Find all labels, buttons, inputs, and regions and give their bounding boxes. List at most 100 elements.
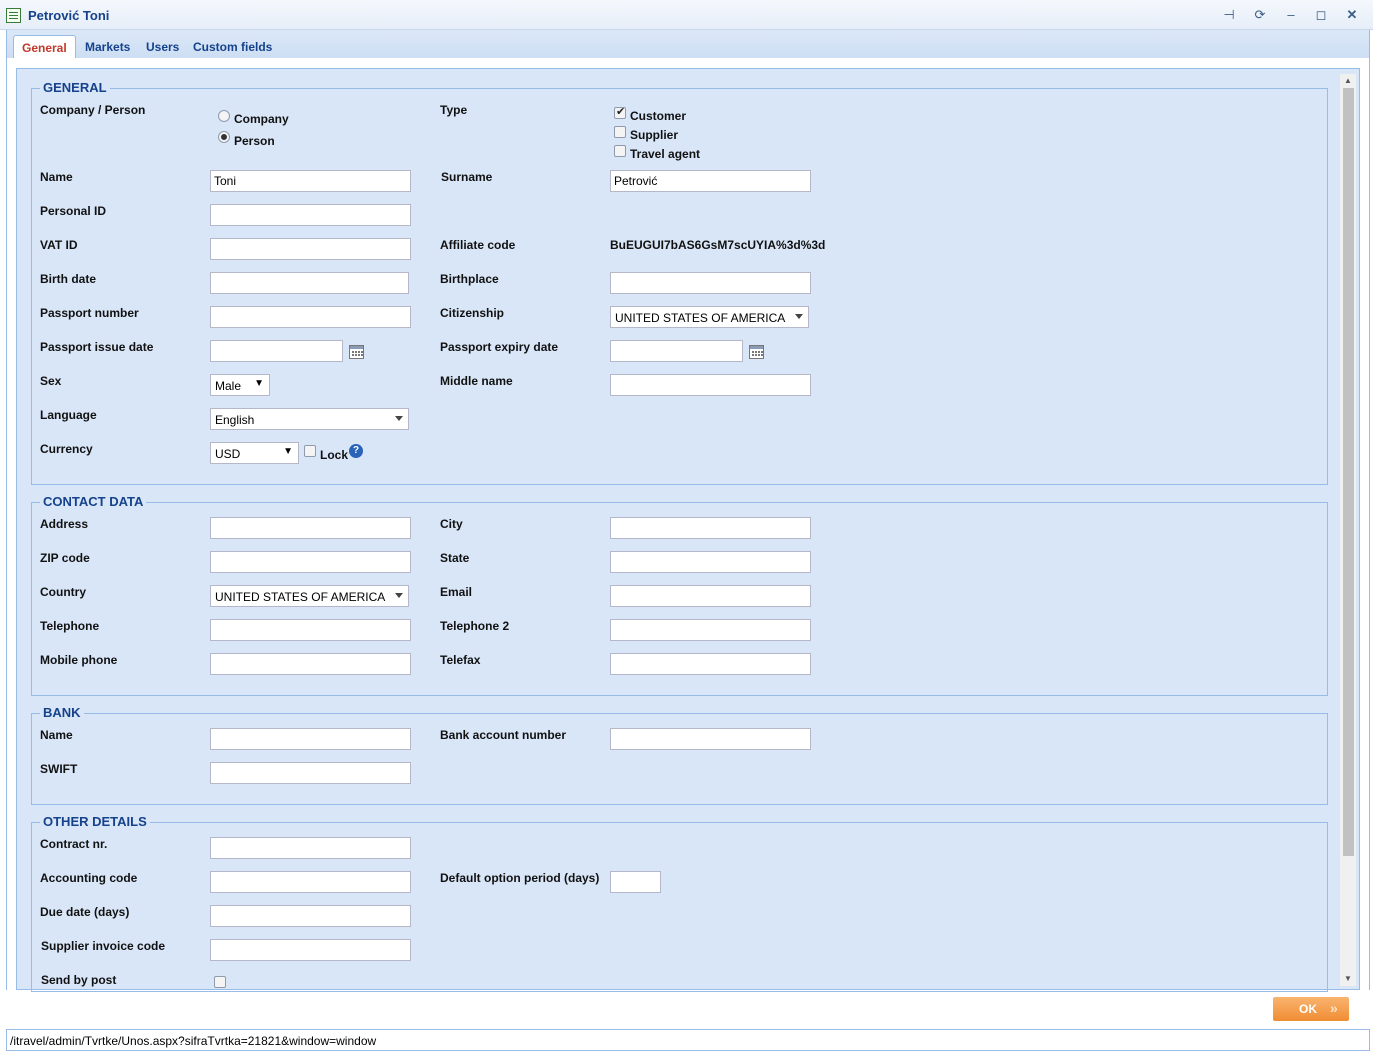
- type-label: Type: [440, 103, 468, 117]
- window-title: Petrović Toni: [28, 8, 110, 23]
- minimize-icon[interactable]: –: [1282, 6, 1300, 24]
- language-label: Language: [40, 408, 97, 422]
- language-select[interactable]: English: [210, 408, 409, 430]
- tab-custom-fields[interactable]: Custom fields: [185, 35, 280, 58]
- close-icon[interactable]: ✕: [1343, 6, 1361, 24]
- scroll-up-icon[interactable]: ▲: [1340, 74, 1356, 88]
- lock-checkbox[interactable]: [304, 445, 316, 457]
- refresh-icon[interactable]: ⟳: [1251, 6, 1269, 24]
- calendar-icon[interactable]: [349, 345, 364, 359]
- state-input[interactable]: [610, 551, 811, 573]
- company-radio[interactable]: [218, 110, 230, 122]
- telefax-input[interactable]: [610, 653, 811, 675]
- tab-users[interactable]: Users: [138, 35, 187, 58]
- general-legend: GENERAL: [40, 80, 110, 95]
- status-url: /itravel/admin/Tvrtke/Unos.aspx?sifraTvr…: [10, 1034, 377, 1048]
- contract-input[interactable]: [210, 837, 411, 859]
- personal-id-label: Personal ID: [40, 204, 107, 218]
- dropdown-arrow-icon: ▼: [254, 378, 264, 389]
- supplier-checkbox[interactable]: [614, 126, 626, 138]
- pin-icon[interactable]: ⊣: [1220, 6, 1238, 24]
- help-icon[interactable]: ?: [349, 444, 363, 458]
- country-value: UNITED STATES OF AMERICA: [215, 590, 386, 604]
- scrollbar-thumb[interactable]: [1343, 88, 1354, 856]
- citizenship-select[interactable]: UNITED STATES OF AMERICA: [610, 306, 809, 328]
- travel-agent-checkbox[interactable]: [614, 145, 626, 157]
- tab-general[interactable]: General: [13, 35, 76, 58]
- passport-expiry-input[interactable]: [610, 340, 743, 362]
- birthplace-input[interactable]: [610, 272, 811, 294]
- chevron-down-icon: [395, 593, 403, 598]
- calendar-icon[interactable]: [749, 345, 764, 359]
- person-radio[interactable]: [218, 131, 230, 143]
- zip-label: ZIP code: [40, 551, 90, 565]
- company-person-label: Company / Person: [40, 103, 146, 117]
- zip-input[interactable]: [210, 551, 411, 573]
- sex-select[interactable]: Male ▼: [210, 374, 270, 396]
- window-titlebar: Petrović Toni ⊣ ⟳ – ◻ ✕: [0, 0, 1373, 30]
- maximize-icon[interactable]: ◻: [1312, 6, 1330, 24]
- ok-button[interactable]: OK »: [1273, 997, 1349, 1021]
- bank-fieldset: BANK: [31, 705, 1328, 805]
- mobile-input[interactable]: [210, 653, 411, 675]
- address-input[interactable]: [210, 517, 411, 539]
- swift-input[interactable]: [210, 762, 411, 784]
- vat-id-input[interactable]: [210, 238, 411, 260]
- currency-value: USD: [215, 447, 241, 461]
- middle-name-input[interactable]: [610, 374, 811, 396]
- passport-issue-input[interactable]: [210, 340, 343, 362]
- bank-account-input[interactable]: [610, 728, 811, 750]
- send-by-post-checkbox[interactable]: [214, 976, 226, 988]
- due-date-input[interactable]: [210, 905, 411, 927]
- bank-name-label: Name: [40, 728, 73, 742]
- country-label: Country: [40, 585, 86, 599]
- supplier-invoice-label: Supplier invoice code: [41, 939, 166, 953]
- supplier-invoice-input[interactable]: [210, 939, 411, 961]
- affiliate-code-value: BuEUGUI7bAS6GsM7scUYIA%3d%3d: [610, 238, 826, 252]
- name-input[interactable]: [210, 170, 411, 192]
- middle-name-label: Middle name: [440, 374, 513, 388]
- mobile-label: Mobile phone: [40, 653, 118, 667]
- supplier-label: Supplier: [630, 128, 679, 142]
- language-value: English: [215, 413, 255, 427]
- country-select[interactable]: UNITED STATES OF AMERICA: [210, 585, 409, 607]
- birth-date-label: Birth date: [40, 272, 97, 286]
- telephone-label: Telephone: [40, 619, 100, 633]
- personal-id-input[interactable]: [210, 204, 411, 226]
- chevron-down-icon: [795, 314, 803, 319]
- currency-label: Currency: [40, 442, 93, 456]
- default-option-input[interactable]: [610, 871, 661, 893]
- birthplace-label: Birthplace: [440, 272, 499, 286]
- customer-checkbox[interactable]: [614, 105, 626, 119]
- city-input[interactable]: [610, 517, 811, 539]
- tab-bar: General Markets Users Custom fields: [6, 30, 1370, 58]
- default-option-label: Default option period (days): [440, 871, 600, 885]
- telephone-input[interactable]: [210, 619, 411, 641]
- ok-label: OK: [1299, 1002, 1317, 1016]
- dropdown-arrow-icon: ▼: [283, 446, 293, 457]
- travel-agent-label: Travel agent: [630, 147, 701, 161]
- surname-label: Surname: [441, 170, 493, 184]
- passport-number-input[interactable]: [210, 306, 411, 328]
- accounting-code-input[interactable]: [210, 871, 411, 893]
- contract-label: Contract nr.: [40, 837, 108, 851]
- bank-name-input[interactable]: [210, 728, 411, 750]
- telefax-label: Telefax: [440, 653, 481, 667]
- birth-date-input[interactable]: [210, 272, 409, 294]
- currency-select[interactable]: USD ▼: [210, 442, 299, 464]
- name-label: Name: [40, 170, 73, 184]
- email-input[interactable]: [610, 585, 811, 607]
- double-chevron-right-icon: »: [1330, 1000, 1338, 1016]
- email-label: Email: [440, 585, 473, 599]
- person-option-label: Person: [234, 134, 275, 148]
- send-by-post-label: Send by post: [41, 973, 117, 987]
- surname-input[interactable]: [610, 170, 811, 192]
- accounting-code-label: Accounting code: [40, 871, 138, 885]
- tab-markets[interactable]: Markets: [77, 35, 138, 58]
- city-label: City: [440, 517, 463, 531]
- scroll-down-icon[interactable]: ▼: [1340, 972, 1356, 986]
- telephone2-input[interactable]: [610, 619, 811, 641]
- due-date-label: Due date (days): [40, 905, 130, 919]
- customer-label: Customer: [630, 109, 687, 123]
- company-option-label: Company: [234, 112, 289, 126]
